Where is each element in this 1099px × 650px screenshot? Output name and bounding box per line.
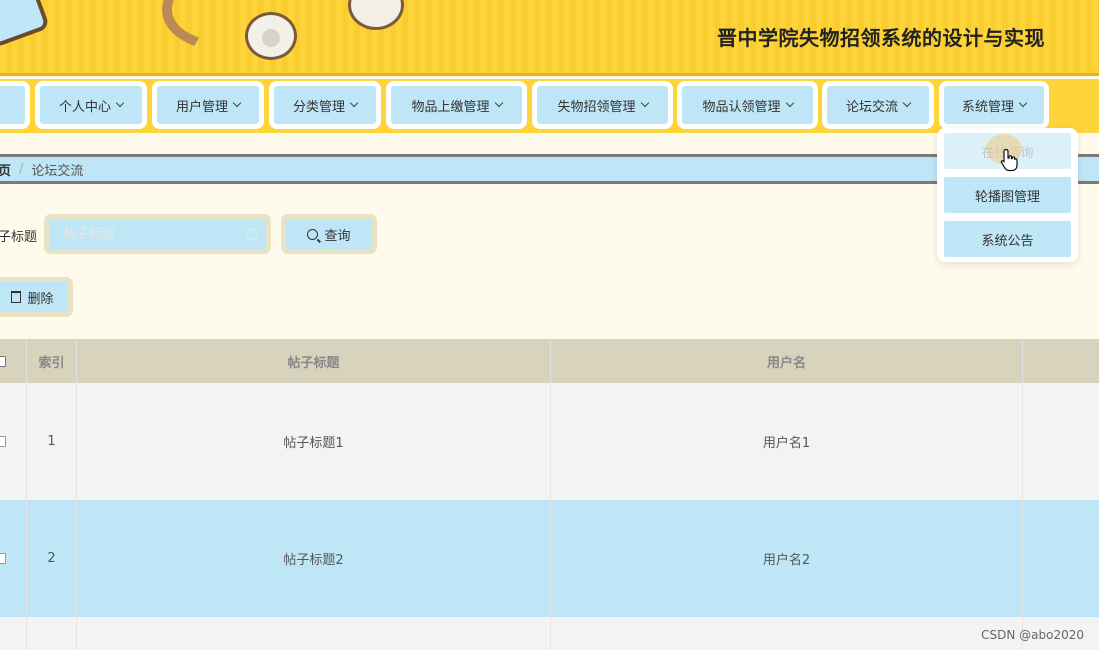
earbud-illustration xyxy=(245,12,297,60)
delete-button-label: 删除 xyxy=(27,291,54,307)
search-input[interactable] xyxy=(49,219,266,249)
header: 晋中学院失物招领系统的设计与实现 xyxy=(0,0,1099,76)
chevron-down-icon xyxy=(1018,98,1028,108)
chevron-down-icon xyxy=(115,98,125,108)
cell-title: 帖子标题2 xyxy=(77,500,551,617)
chevron-down-icon xyxy=(232,98,242,108)
cell-username: 用户名2 xyxy=(551,500,1023,617)
search-button-label: 查询 xyxy=(324,228,351,244)
nav-item-forum[interactable]: 论坛交流 xyxy=(822,81,934,129)
cell-username: 用户名1 xyxy=(551,383,1023,500)
chevron-down-icon xyxy=(640,98,649,108)
trash-icon xyxy=(11,291,22,303)
main-nav: 页 个人中心 用户管理 分类管理 物品上缴管理 失物招领管理 物品认领管理 论坛… xyxy=(0,79,1099,133)
breadcrumb: 页 / 论坛交流 xyxy=(0,154,1099,184)
nav-item-user-management[interactable]: 用户管理 xyxy=(152,81,264,129)
dropdown-item-carousel-management[interactable]: 轮播图管理 xyxy=(944,177,1071,213)
site-title: 晋中学院失物招领系统的设计与实现 xyxy=(717,26,1045,50)
search-button[interactable]: 查询 xyxy=(286,219,372,249)
nav-item-label: 用户管理 xyxy=(175,99,228,115)
chevron-down-icon xyxy=(349,98,359,108)
search-label: 子标题 xyxy=(0,230,38,245)
chevron-down-icon xyxy=(902,98,912,108)
nav-item-personal-center[interactable]: 个人中心 xyxy=(35,81,147,129)
table-row xyxy=(0,617,1099,650)
search-icon xyxy=(307,228,319,240)
row-checkbox[interactable] xyxy=(0,553,6,564)
header-title[interactable]: 帖子标题 xyxy=(77,339,551,383)
breadcrumb-home[interactable]: 页 xyxy=(0,160,11,179)
nav-item-label: 物品上缴管理 xyxy=(411,99,490,115)
breadcrumb-current: 论坛交流 xyxy=(31,163,84,179)
nav-item-item-submission[interactable]: 物品上缴管理 xyxy=(386,81,527,129)
chevron-down-icon xyxy=(494,98,503,108)
watermark: CSDN @abo2020 xyxy=(981,628,1084,642)
header-actions xyxy=(1023,339,1099,383)
delete-button[interactable]: 删除 xyxy=(0,282,68,312)
nav-item-system-management[interactable]: 系统管理 xyxy=(939,81,1049,129)
search-icon xyxy=(247,229,258,240)
search-button-wrap: 查询 xyxy=(281,214,377,254)
hand-cursor-icon xyxy=(1000,148,1018,172)
nav-item-label: 个人中心 xyxy=(58,99,111,115)
breadcrumb-separator: / xyxy=(19,161,24,177)
forum-table: 索引 帖子标题 用户名 1 帖子标题1 用户名1 2 帖子标题2 用户名2 xyxy=(0,339,1099,650)
cell-actions xyxy=(1023,383,1099,500)
cell-index: 2 xyxy=(27,500,77,617)
dropdown-item-label: 系统公告 xyxy=(981,233,1034,249)
phone-illustration xyxy=(0,0,51,49)
row-checkbox[interactable] xyxy=(0,436,6,447)
delete-button-wrap: 删除 xyxy=(0,277,73,317)
chevron-down-icon xyxy=(785,98,794,108)
nav-item-home[interactable]: 页 xyxy=(0,81,30,129)
table-row[interactable]: 2 帖子标题2 用户名2 xyxy=(0,500,1099,617)
cell-title: 帖子标题1 xyxy=(77,383,551,500)
nav-item-lost-found[interactable]: 失物招领管理 xyxy=(532,81,673,129)
header-index: 索引 xyxy=(27,339,77,383)
table-header: 索引 帖子标题 用户名 xyxy=(0,339,1099,383)
nav-item-label: 物品认领管理 xyxy=(702,99,781,115)
nav-item-item-claim[interactable]: 物品认领管理 xyxy=(677,81,818,129)
nav-item-label: 论坛交流 xyxy=(845,99,898,115)
nav-item-label: 失物招领管理 xyxy=(557,99,636,115)
dropdown-item-label: 轮播图管理 xyxy=(974,189,1040,205)
search-box xyxy=(44,214,271,254)
cell-actions xyxy=(1023,500,1099,617)
nav-item-category-management[interactable]: 分类管理 xyxy=(269,81,381,129)
header-username[interactable]: 用户名 xyxy=(551,339,1023,383)
nav-item-label: 分类管理 xyxy=(292,99,345,115)
table-row[interactable]: 1 帖子标题1 用户名1 xyxy=(0,383,1099,500)
dropdown-item-system-notice[interactable]: 系统公告 xyxy=(944,221,1071,257)
cell-index: 1 xyxy=(27,383,77,500)
select-all-checkbox[interactable] xyxy=(0,355,6,367)
nav-item-label: 系统管理 xyxy=(961,99,1014,115)
